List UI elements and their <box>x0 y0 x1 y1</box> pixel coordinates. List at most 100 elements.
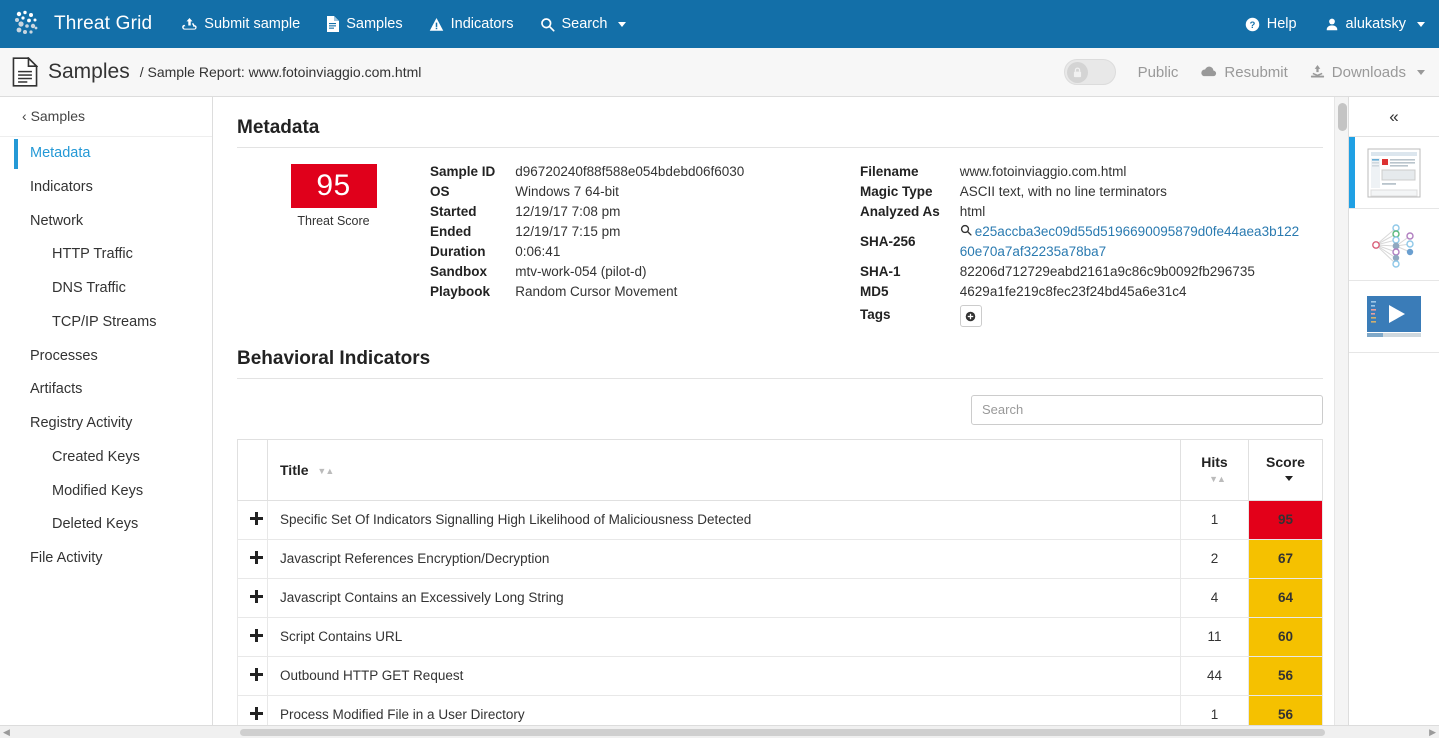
expand-plus-icon[interactable] <box>250 668 263 681</box>
expand-row-cell[interactable] <box>238 500 268 539</box>
add-tag-button[interactable] <box>960 305 982 327</box>
metadata-value: Windows 7 64-bit <box>515 182 744 202</box>
metadata-row: MD54629a1fe219c8fec23f24bd45a6e31c4 <box>860 282 1300 302</box>
title-column-header[interactable]: Title ▼▲ <box>268 439 1181 500</box>
help-icon: ? <box>1245 17 1260 32</box>
sidebar-item-list: MetadataIndicatorsNetworkHTTP TrafficDNS… <box>0 137 212 576</box>
expand-row-cell[interactable] <box>238 539 268 578</box>
sidebar-item-tcp-ip-streams[interactable]: TCP/IP Streams <box>0 306 212 340</box>
table-row[interactable]: Specific Set Of Indicators Signalling Hi… <box>238 500 1323 539</box>
threat-score-block: 95 Threat Score <box>237 162 430 328</box>
chevron-down-icon <box>1417 70 1425 75</box>
sidebar-item-processes[interactable]: Processes <box>0 340 212 374</box>
svg-text:?: ? <box>1249 19 1255 29</box>
nav-search[interactable]: Search <box>540 16 627 32</box>
report-thumbnail[interactable] <box>1349 137 1439 209</box>
chevron-down-icon <box>618 22 626 27</box>
metadata-key: Analyzed As <box>860 202 960 222</box>
sidebar-item-artifacts[interactable]: Artifacts <box>0 373 212 407</box>
threat-grid-logo-icon <box>10 7 44 41</box>
sidebar-item-http-traffic[interactable]: HTTP Traffic <box>0 238 212 272</box>
expand-plus-icon[interactable] <box>250 707 263 720</box>
video-playback-thumbnail[interactable] <box>1349 281 1439 353</box>
metadata-key: Sandbox <box>430 262 515 282</box>
metadata-divider <box>237 147 1323 148</box>
document-icon <box>12 57 38 87</box>
expand-plus-icon[interactable] <box>250 590 263 603</box>
scroll-right-arrow-icon[interactable]: ▶ <box>1429 728 1436 737</box>
score-column-label: Score <box>1266 454 1305 470</box>
table-row[interactable]: Javascript Contains an Excessively Long … <box>238 578 1323 617</box>
search-input[interactable] <box>971 395 1323 425</box>
page-title: Samples <box>48 60 130 84</box>
expand-plus-icon[interactable] <box>250 551 263 564</box>
metadata-value: e25accba3ec09d55d5196690095879d0fe44aea3… <box>960 222 1300 262</box>
table-row[interactable]: Script Contains URL1160 <box>238 617 1323 656</box>
right-preview-panel: « <box>1348 97 1439 738</box>
scrollbar-thumb[interactable] <box>1338 103 1347 131</box>
nav-user-menu[interactable]: alukatsky <box>1325 16 1425 32</box>
nav-submit-sample[interactable]: Submit sample <box>182 16 300 32</box>
brand-logo-area[interactable]: Threat Grid <box>10 7 152 41</box>
nav-help-label: Help <box>1267 16 1297 32</box>
horizontal-scrollbar-thumb[interactable] <box>240 729 1325 736</box>
metadata-row: Magic TypeASCII text, with no line termi… <box>860 182 1300 202</box>
expand-plus-icon[interactable] <box>250 629 263 642</box>
sidebar-item-modified-keys[interactable]: Modified Keys <box>0 475 212 509</box>
left-sidebar: ‹ Samples MetadataIndicatorsNetworkHTTP … <box>0 97 213 738</box>
sidebar-item-label: Modified Keys <box>52 483 143 499</box>
downloads-button[interactable]: Downloads <box>1310 64 1425 81</box>
metadata-key: Ended <box>430 222 515 242</box>
sidebar-back-to-samples[interactable]: ‹ Samples <box>0 97 212 137</box>
bottom-horizontal-scrollbar[interactable]: ◀ ▶ <box>0 725 1439 738</box>
nav-samples[interactable]: Samples <box>326 16 402 32</box>
table-header-row: Title ▼▲ Hits ▼▲ Score <box>238 439 1323 500</box>
metadata-key: SHA-1 <box>860 262 960 282</box>
table-row[interactable]: Outbound HTTP GET Request4456 <box>238 656 1323 695</box>
expand-row-cell[interactable] <box>238 656 268 695</box>
breadcrumb: Samples / Sample Report: www.fotoinviagg… <box>12 57 421 87</box>
indicator-hits-cell: 11 <box>1181 617 1249 656</box>
main-vertical-scrollbar[interactable] <box>1334 97 1348 738</box>
scroll-left-arrow-icon[interactable]: ◀ <box>3 728 10 737</box>
collapse-panel-button[interactable]: « <box>1349 97 1439 137</box>
sidebar-item-dns-traffic[interactable]: DNS Traffic <box>0 272 212 306</box>
network-graph-thumbnail[interactable] <box>1349 209 1439 281</box>
sidebar-item-metadata[interactable]: Metadata <box>0 137 212 171</box>
indicator-hits-cell: 44 <box>1181 656 1249 695</box>
chevron-down-icon <box>1417 22 1425 27</box>
sidebar-item-indicators[interactable]: Indicators <box>0 171 212 205</box>
public-toggle[interactable] <box>1064 59 1116 85</box>
nav-indicators[interactable]: Indicators <box>429 16 514 32</box>
page-subheader: Samples / Sample Report: www.fotoinviagg… <box>0 48 1439 97</box>
sidebar-item-label: TCP/IP Streams <box>52 314 156 330</box>
expand-column-header <box>238 439 268 500</box>
nav-indicators-label: Indicators <box>451 16 514 32</box>
video-play-icon <box>1365 294 1423 340</box>
expand-row-cell[interactable] <box>238 578 268 617</box>
metadata-right-fields: Filenamewww.fotoinviaggio.com.htmlMagic … <box>860 162 1323 328</box>
public-label: Public <box>1138 64 1179 81</box>
metadata-row: PlaybookRandom Cursor Movement <box>430 282 744 302</box>
expand-row-cell[interactable] <box>238 617 268 656</box>
expand-plus-icon[interactable] <box>250 512 263 525</box>
score-column-header[interactable]: Score <box>1249 439 1323 500</box>
sidebar-item-file-activity[interactable]: File Activity <box>0 542 212 576</box>
table-row[interactable]: Javascript References Encryption/Decrypt… <box>238 539 1323 578</box>
chevron-left-icon: ‹ <box>22 108 27 124</box>
indicator-title-cell: Javascript References Encryption/Decrypt… <box>268 539 1181 578</box>
title-column-label: Title <box>280 462 309 478</box>
subheader-actions: Public Resubmit Downloads <box>1064 59 1425 85</box>
sidebar-item-network[interactable]: Network <box>0 205 212 239</box>
sidebar-item-deleted-keys[interactable]: Deleted Keys <box>0 508 212 542</box>
indicator-title-cell: Specific Set Of Indicators Signalling Hi… <box>268 500 1181 539</box>
hits-column-header[interactable]: Hits ▼▲ <box>1181 439 1249 500</box>
sidebar-item-created-keys[interactable]: Created Keys <box>0 441 212 475</box>
nav-help[interactable]: ? Help <box>1245 16 1297 32</box>
sidebar-item-label: Processes <box>30 348 98 364</box>
metadata-row: OSWindows 7 64-bit <box>430 182 744 202</box>
sha256-link[interactable]: e25accba3ec09d55d5196690095879d0fe44aea3… <box>960 224 1299 259</box>
resubmit-button[interactable]: Resubmit <box>1200 64 1287 81</box>
metadata-key: SHA-256 <box>860 222 960 262</box>
sidebar-item-registry-activity[interactable]: Registry Activity <box>0 407 212 441</box>
